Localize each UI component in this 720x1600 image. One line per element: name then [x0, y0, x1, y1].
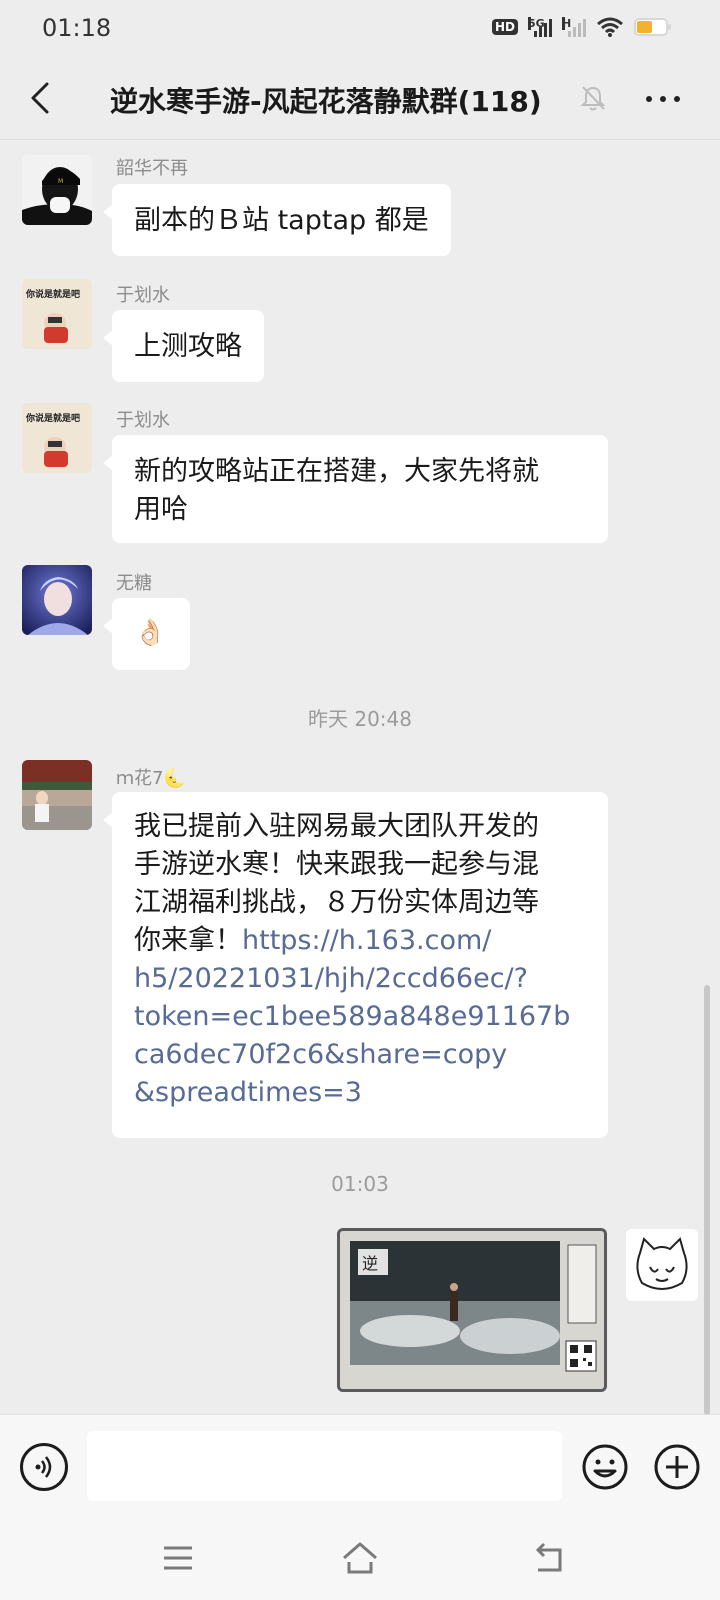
share-link[interactable]: https://h.163.com/: [242, 925, 491, 956]
bell-off-icon: [580, 86, 606, 111]
message-item: 你说是就是吧 于划水 新的攻略站正在搭建，大家先将就 用哈: [0, 400, 720, 550]
game-screenshot-image: 逆: [340, 1231, 604, 1389]
ok-hand-emoji: 👌🏻: [134, 618, 167, 648]
avatar[interactable]: [22, 760, 92, 830]
avatar-caption: 你说是就是吧: [26, 414, 81, 424]
chat-title: 逆水寒手游-风起花落静默群(118): [110, 85, 542, 118]
timestamp: 01:03: [331, 1172, 389, 1196]
system-nav-bar: [0, 1514, 720, 1600]
avatar-image: M: [22, 155, 92, 225]
message-item: ｍ花7🌜 我已提前入驻网易最大团队开发的 手游逆水寒！快来跟我一起参与混 江湖福…: [0, 760, 720, 1140]
share-link-line[interactable]: &spreadtimes=3: [134, 1074, 586, 1112]
signal-h-icon: H: [562, 17, 586, 37]
scrollbar[interactable]: [704, 985, 710, 1415]
status-bar: 01:18 HD 5G H: [0, 0, 720, 58]
share-link-line[interactable]: token=ec1bee589a848e91167b: [134, 998, 586, 1036]
status-time: 01:18: [42, 14, 112, 42]
message-item: 无糖 👌🏻: [0, 563, 720, 673]
more-dots-icon: [646, 96, 652, 102]
sender-name: 于划水: [116, 285, 170, 306]
message-bubble[interactable]: 副本的Ｂ站 taptap 都是: [103, 184, 451, 256]
emoji-icon[interactable]: [581, 1443, 629, 1491]
signal-5g-icon: 5G: [528, 17, 552, 37]
battery-icon: [634, 18, 671, 36]
wifi-icon: [597, 17, 623, 37]
avatar[interactable]: [22, 565, 92, 635]
avatar[interactable]: 你说是就是吧: [22, 279, 92, 349]
message-item: M 韶华不再 副本的Ｂ站 taptap 都是: [0, 150, 720, 260]
message-item: 你说是就是吧 于划水 上测攻略: [0, 277, 720, 387]
sender-name: 无糖: [116, 573, 152, 594]
avatar[interactable]: M: [22, 155, 92, 225]
message-bubble[interactable]: 👌🏻: [103, 598, 190, 670]
hd-icon: HD: [491, 19, 518, 35]
message-bubble[interactable]: 新的攻略站正在搭建，大家先将就 用哈: [103, 435, 608, 543]
voice-icon: [35, 1456, 52, 1478]
menu-icon[interactable]: [158, 1540, 198, 1576]
back-button[interactable]: [18, 74, 62, 122]
sender-name: 于划水: [116, 410, 170, 431]
sender-name: 韶华不再: [116, 158, 188, 179]
message-bubble[interactable]: 我已提前入驻网易最大团队开发的 手游逆水寒！快来跟我一起参与混 江湖福利挑战，８…: [103, 792, 608, 1138]
input-bar: [0, 1414, 720, 1514]
message-input[interactable]: [87, 1431, 562, 1501]
share-link-line[interactable]: h5/20221031/hjh/2ccd66ec/?: [134, 960, 586, 998]
sent-image[interactable]: 逆: [337, 1228, 607, 1392]
message-bubble[interactable]: 上测攻略: [103, 310, 264, 382]
share-link-line[interactable]: ca6dec70f2c6&share=copy: [134, 1036, 586, 1074]
home-icon[interactable]: [340, 1540, 380, 1576]
voice-button[interactable]: [20, 1443, 68, 1491]
chat-header: 逆水寒手游-风起花落静默群(118): [0, 58, 720, 140]
avatar[interactable]: 你说是就是吧: [22, 403, 92, 473]
my-avatar[interactable]: [626, 1229, 698, 1301]
cat-avatar-image: [626, 1229, 698, 1301]
plus-icon[interactable]: [653, 1443, 701, 1491]
more-options-button[interactable]: [640, 82, 686, 116]
chevron-left-icon: [31, 82, 49, 114]
avatar-caption: 你说是就是吧: [26, 290, 81, 300]
back-icon[interactable]: [530, 1540, 570, 1576]
svg-text:逆: 逆: [362, 1254, 378, 1273]
svg-text:M: M: [58, 178, 63, 185]
status-icons: HD 5G H: [491, 16, 671, 38]
timestamp: 昨天 20:48: [308, 707, 412, 731]
sender-name: ｍ花7🌜: [116, 768, 186, 789]
battery-level: [637, 21, 653, 33]
